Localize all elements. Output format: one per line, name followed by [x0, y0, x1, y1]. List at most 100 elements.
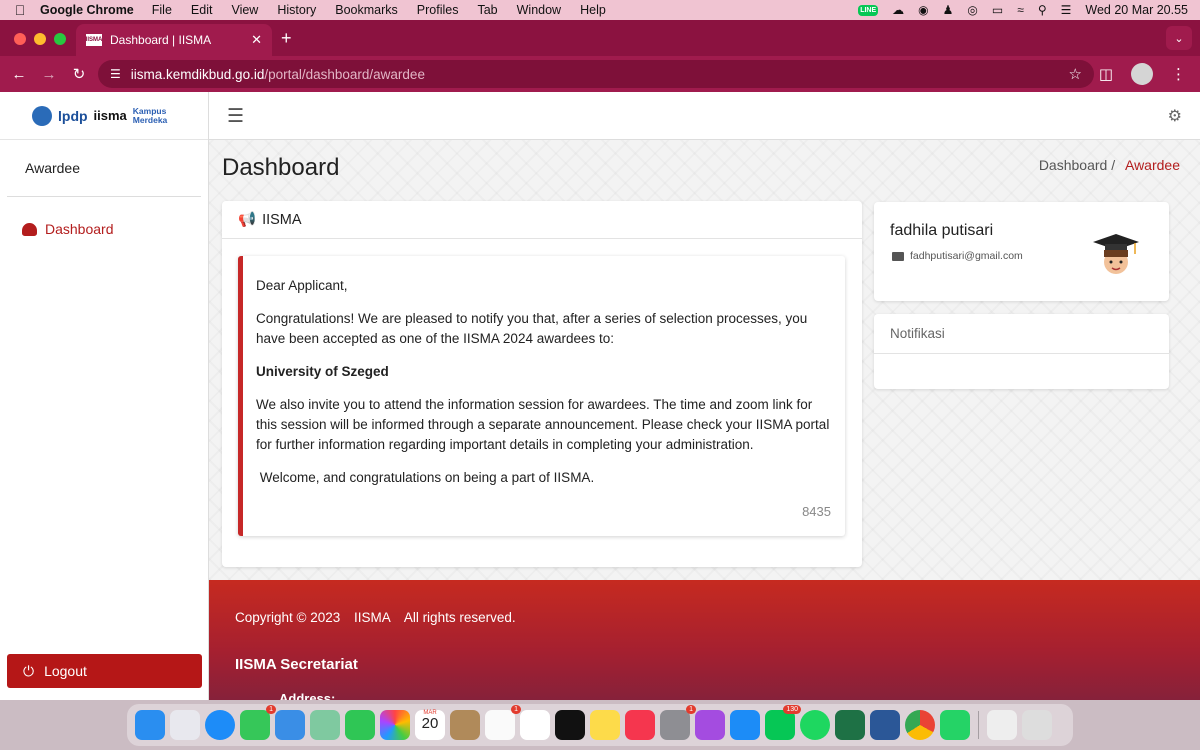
logout-button[interactable]: ⏻ Logout: [7, 654, 202, 688]
tab-search-chevron-icon[interactable]: ⌄: [1166, 26, 1192, 50]
hamburger-menu-icon[interactable]: ☰: [227, 105, 244, 128]
chrome-menu-icon[interactable]: ⋮: [1171, 65, 1186, 83]
greeting-text: Dear Applicant,: [256, 278, 348, 293]
launchpad-icon[interactable]: [170, 710, 200, 740]
dock-separator: [978, 711, 979, 739]
messages-icon[interactable]: 1: [240, 705, 276, 740]
notes-icon[interactable]: [590, 710, 620, 740]
profile-name: fadhila putisari: [890, 222, 994, 239]
calendar-icon[interactable]: MAR 20: [415, 710, 445, 740]
url-path: /portal/dashboard/awardee: [264, 66, 425, 82]
graduate-avatar-icon: [1093, 234, 1139, 274]
menu-bookmarks[interactable]: Bookmarks: [335, 3, 398, 17]
apple-menu-icon[interactable]: : [0, 2, 40, 18]
side-panel-icon[interactable]: ◫: [1099, 65, 1113, 83]
user-icon[interactable]: ♟: [943, 3, 954, 17]
line-app-icon[interactable]: 130: [765, 705, 801, 740]
page-title: Dashboard: [222, 154, 340, 181]
menu-edit[interactable]: Edit: [191, 3, 213, 17]
copyright-line: Copyright © 2023 IISMA All rights reserv…: [235, 610, 526, 625]
announcement-card-header: 📢 IISMA: [222, 201, 862, 239]
spotlight-search-icon[interactable]: ⚲: [1038, 3, 1047, 17]
megaphone-icon: 📢: [238, 212, 257, 228]
reload-icon[interactable]: ↻: [64, 65, 94, 83]
cloud-icon[interactable]: ☁: [892, 3, 904, 17]
system-settings-icon[interactable]: 1: [660, 705, 696, 740]
menu-app-name[interactable]: Google Chrome: [40, 3, 134, 17]
main-content: ☰ ⚙ Dashboard Dashboard / Awardee 📢 IISM…: [209, 92, 1200, 700]
photos-icon[interactable]: [380, 710, 410, 740]
downloads-stack-icon[interactable]: [987, 710, 1017, 740]
app-store-icon[interactable]: [730, 710, 760, 740]
profile-email: fadhputisari@gmail.com: [910, 250, 1023, 262]
profile-avatar[interactable]: [1131, 63, 1153, 85]
announcement-card-title: IISMA: [262, 211, 302, 228]
podcasts-icon[interactable]: [695, 710, 725, 740]
iisma-logo: iisma: [93, 108, 127, 123]
new-tab-button[interactable]: +: [281, 28, 292, 49]
dashboard-gauge-icon: [22, 222, 37, 236]
breadcrumb-home-link[interactable]: Dashboard /: [1039, 157, 1115, 173]
kampus-merdeka-line2: Merdeka: [132, 114, 168, 125]
macos-menubar:  Google Chrome File Edit View History B…: [0, 0, 1200, 20]
back-arrow-icon[interactable]: ←: [4, 66, 34, 83]
menu-history[interactable]: History: [277, 3, 316, 17]
menubar-clock[interactable]: Wed 20 Mar 20.55: [1085, 3, 1188, 17]
battery-icon[interactable]: ▭: [992, 3, 1003, 17]
menu-file[interactable]: File: [152, 3, 172, 17]
close-tab-icon[interactable]: ✕: [251, 32, 262, 48]
profile-card: fadhila putisari fadhputisari@gmail.com: [874, 202, 1169, 301]
finder-icon[interactable]: [135, 710, 165, 740]
close-window-button[interactable]: [14, 33, 26, 45]
maps-icon[interactable]: [310, 710, 340, 740]
top-navbar: ☰ ⚙: [209, 92, 1200, 140]
site-info-icon[interactable]: ☰: [110, 67, 121, 81]
music-icon[interactable]: [625, 710, 655, 740]
forward-arrow-icon[interactable]: →: [34, 66, 64, 83]
sidebar-user-role: Awardee: [7, 140, 201, 197]
address-bar[interactable]: ☰ iisma.kemdikbud.go.id/portal/dashboard…: [98, 60, 1094, 88]
control-center-icon[interactable]: ☰: [1061, 3, 1072, 17]
account-icon[interactable]: ◎: [967, 3, 977, 17]
minimize-window-button[interactable]: [34, 33, 46, 45]
chrome-icon[interactable]: [905, 710, 935, 740]
apple-tv-icon[interactable]: [555, 710, 585, 740]
tut-wuri-logo-icon: [32, 105, 52, 126]
facetime-icon[interactable]: [345, 710, 375, 740]
profile-email-row: fadhputisari@gmail.com: [892, 250, 1023, 262]
sidebar-item-dashboard[interactable]: Dashboard: [0, 197, 208, 261]
grammarly-icon[interactable]: ◉: [918, 3, 928, 17]
spotify-icon[interactable]: [800, 710, 830, 740]
trash-icon[interactable]: [1022, 710, 1052, 740]
freeform-icon[interactable]: [520, 710, 550, 740]
wifi-icon[interactable]: ≈: [1017, 3, 1024, 17]
kampus-merdeka-logo: Kampus Merdeka: [132, 106, 168, 125]
browser-tab-active[interactable]: IISMA Dashboard | IISMA ✕: [76, 24, 272, 56]
menu-help[interactable]: Help: [580, 3, 606, 17]
excel-icon[interactable]: [835, 710, 865, 740]
menu-window[interactable]: Window: [517, 3, 561, 17]
browser-tab-bar: IISMA Dashboard | IISMA ✕ + ⌄: [0, 20, 1200, 56]
lpdp-logo: lpdp: [58, 107, 88, 124]
zoom-window-button[interactable]: [54, 33, 66, 45]
announcement-callout: Dear Applicant, Congratulations! We are …: [238, 256, 845, 536]
address-label: Address:: [279, 691, 336, 700]
reminders-icon[interactable]: 1: [485, 705, 521, 740]
line-badge: 130: [783, 705, 801, 714]
safari-icon[interactable]: [205, 710, 235, 740]
window-controls: [14, 33, 66, 45]
whatsapp-icon[interactable]: [940, 710, 970, 740]
gear-icon[interactable]: ⚙: [1168, 106, 1182, 126]
mail-icon[interactable]: [275, 710, 305, 740]
breadcrumb-active: Awardee: [1124, 157, 1180, 173]
desktop-bottom: 1 MAR 20 1 1 130: [0, 700, 1200, 750]
menu-profiles[interactable]: Profiles: [417, 3, 459, 17]
word-icon[interactable]: [870, 710, 900, 740]
menu-tab[interactable]: Tab: [477, 3, 497, 17]
browser-toolbar: ← → ↻ ☰ iisma.kemdikbud.go.id/portal/das…: [0, 56, 1200, 92]
menu-view[interactable]: View: [231, 3, 258, 17]
bookmark-star-icon[interactable]: ☆: [1069, 65, 1082, 83]
university-name: University of Szeged: [256, 364, 389, 379]
line-status-icon[interactable]: LINE: [858, 4, 879, 16]
contacts-icon[interactable]: [450, 710, 480, 740]
